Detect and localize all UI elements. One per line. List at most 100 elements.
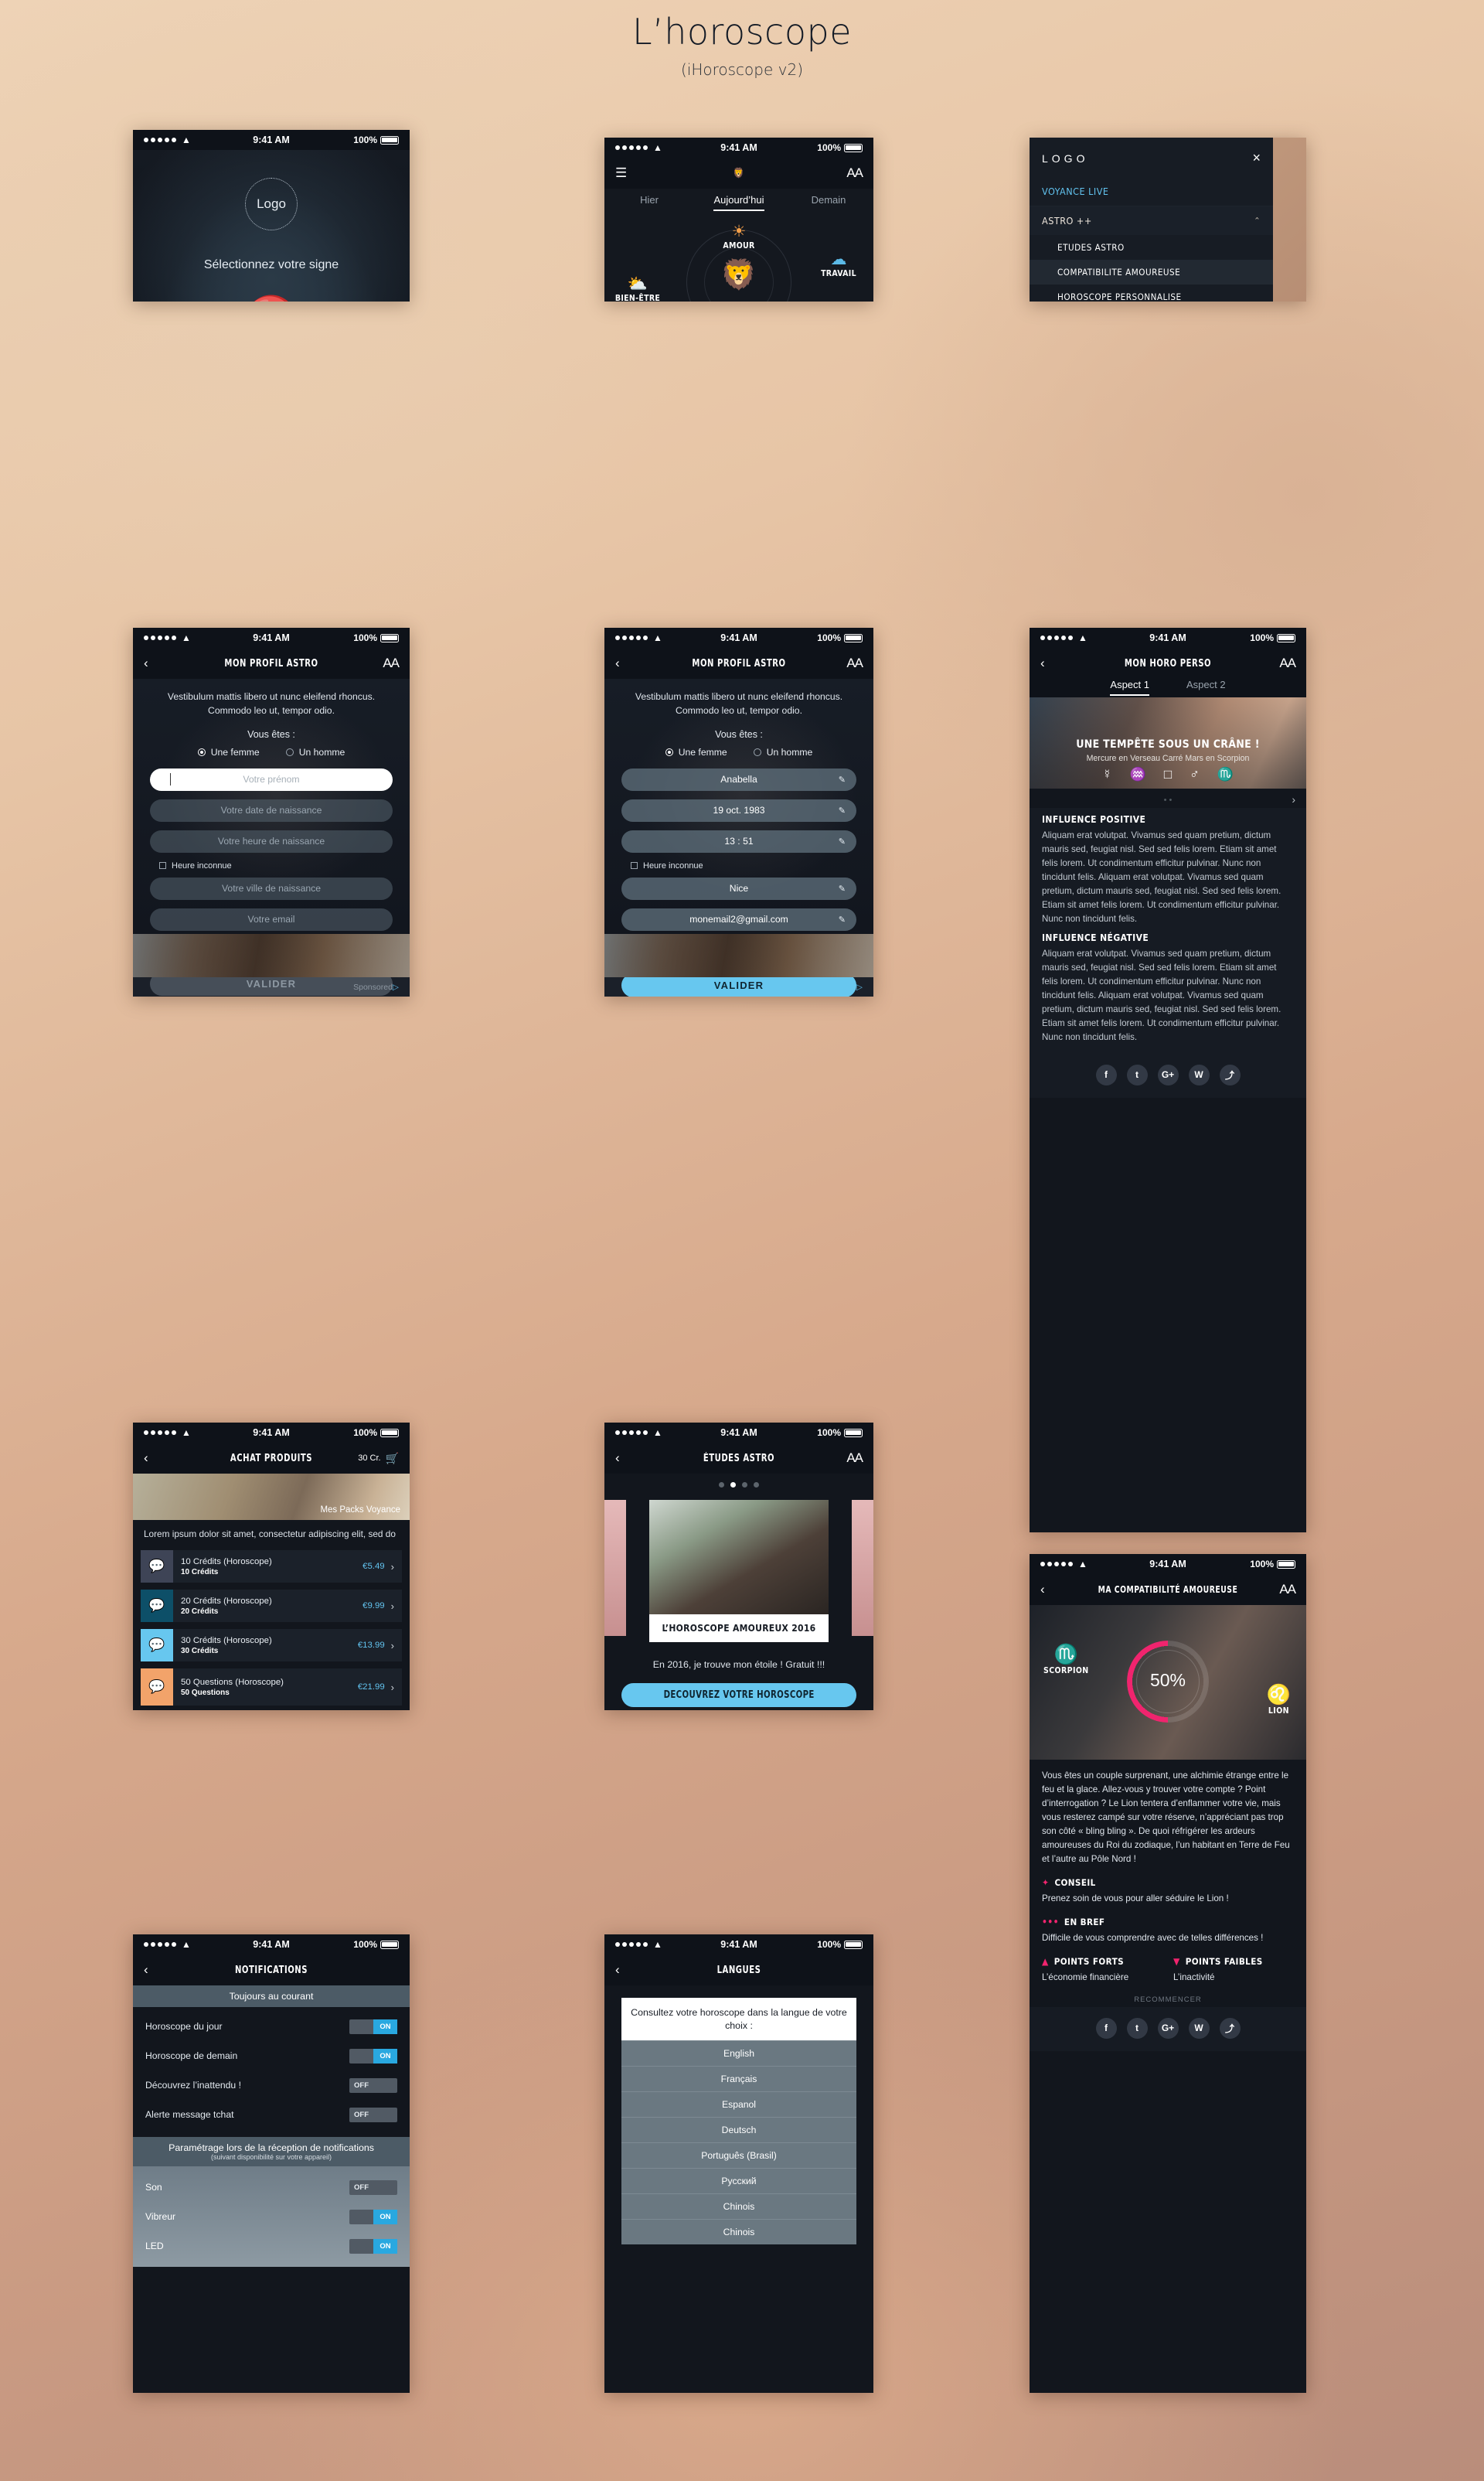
edit-icon[interactable]: ✎ [839,775,846,785]
carousel-next-card[interactable] [852,1500,873,1636]
google-plus-icon[interactable]: G+ [1157,1064,1179,1085]
date-naissance-field[interactable]: 19 oct. 1983 ✎ [621,799,856,822]
hamburger-icon[interactable]: ☰ [615,165,627,181]
edit-icon[interactable]: ✎ [839,915,846,925]
heure-naissance-input[interactable]: Votre heure de naissance [150,830,393,853]
prenom-input[interactable]: Votre prénom [150,768,393,791]
back-icon[interactable]: ‹ [615,1962,620,1978]
font-size-icon[interactable]: AA [846,165,863,181]
email-input[interactable]: Votre email [150,908,393,931]
tab-demain[interactable]: Demain [784,189,873,213]
whatsapp-icon[interactable]: W [1188,1064,1210,1085]
toggle-vibreur[interactable]: ON [349,2209,397,2224]
font-size-icon[interactable]: AA [846,656,863,671]
twitter-icon[interactable]: t [1126,1064,1148,1085]
wheel-item-bienetre[interactable]: ⛅ BIEN-ÊTRE [609,276,666,302]
font-size-icon[interactable]: AA [383,656,400,671]
product-row[interactable]: 💬 50 Questions (Horoscope) 50 Questions €… [141,1668,402,1706]
ville-naissance-input[interactable]: Votre ville de naissance [150,877,393,900]
back-icon[interactable]: ‹ [144,1450,148,1466]
font-size-icon[interactable]: AA [1279,1582,1296,1597]
language-item-francais[interactable]: Français [621,2066,856,2092]
radio-femme[interactable]: Une femme [197,747,260,758]
tab-aspect-2[interactable]: Aspect 2 [1168,679,1244,697]
email-field[interactable]: monemail2@gmail.com ✎ [621,908,856,931]
cart-icon[interactable]: 🛒 [386,1452,399,1465]
menu-item-etudes-astro[interactable]: ETUDES ASTRO [1030,235,1274,260]
tab-aspect-1[interactable]: Aspect 1 [1091,679,1168,697]
menu-item-horoscope-personnalise[interactable]: HOROSCOPE PERSONNALISE [1030,285,1274,302]
dot-1[interactable] [719,1482,724,1488]
language-item-portugues[interactable]: Português (Brasil) [621,2142,856,2169]
wheel-item-amour[interactable]: ☀ AMOUR [710,223,768,250]
facebook-icon[interactable]: f [1095,2017,1117,2039]
language-item-deutsch[interactable]: Deutsch [621,2117,856,2143]
back-icon[interactable]: ‹ [615,656,620,671]
back-icon[interactable]: ‹ [615,1450,620,1466]
sign-carousel[interactable]: ♓ ‹ ♈ › ♉ [133,293,410,302]
back-icon[interactable]: ‹ [144,656,148,671]
language-item-espanol[interactable]: Espanol [621,2091,856,2118]
google-plus-icon[interactable]: G+ [1157,2017,1179,2039]
nav-bar: ‹ MON PROFIL ASTRO AA [604,648,873,679]
ad-image[interactable] [133,934,410,977]
toggle-son[interactable]: OFF [349,2179,397,2195]
dot-4[interactable] [754,1482,759,1488]
font-size-icon[interactable]: AA [846,1450,863,1466]
twitter-icon[interactable]: t [1126,2017,1148,2039]
recommencer-button[interactable]: RECOMMENCER [1042,1985,1294,2007]
product-row[interactable]: 💬 10 Crédits (Horoscope) 10 Crédits €5.49… [141,1550,402,1583]
ad-image[interactable] [604,934,873,977]
radio-femme[interactable]: Une femme [665,747,727,758]
product-row[interactable]: 💬 20 Crédits (Horoscope) 20 Crédits €9.99… [141,1590,402,1623]
menu-item-compatibilite[interactable]: COMPATIBILITE AMOUREUSE [1030,260,1274,285]
tab-hier[interactable]: Hier [604,189,694,213]
carousel-card[interactable]: L’HOROSCOPE AMOUREUX 2016 [649,1500,829,1642]
date-naissance-input[interactable]: Votre date de naissance [150,799,393,822]
radio-homme[interactable]: Un homme [285,747,345,758]
whatsapp-icon[interactable]: W [1188,2017,1210,2039]
menu-item-astro-plus[interactable]: ASTRO ++ ⌃ [1030,206,1274,235]
checkbox-heure-inconnue[interactable]: Heure inconnue [631,861,856,871]
product-row[interactable]: 💬 30 Crédits (Horoscope) 30 Crédits €13.9… [141,1629,402,1662]
toggle-led[interactable]: ON [349,2238,397,2254]
edit-icon[interactable]: ✎ [839,837,846,847]
phone-horo-perso: ▲ 9:41 AM 100% ‹ MON HORO PERSO AA Aspec… [1030,628,1306,1532]
toggle-alerte-tchat[interactable]: OFF [349,2107,397,2122]
back-icon[interactable]: ‹ [1040,1582,1045,1597]
next-icon[interactable]: › [1292,793,1295,806]
edit-icon[interactable]: ✎ [839,806,846,816]
share-icon[interactable]: ⤴ [1219,1064,1241,1085]
prenom-field[interactable]: Anabella ✎ [621,768,856,791]
language-item-chinois-1[interactable]: Chinois [621,2193,856,2220]
facebook-icon[interactable]: f [1095,1064,1117,1085]
tab-aujourdhui[interactable]: Aujourd’hui [694,189,784,213]
discover-button[interactable]: DECOUVREZ VOTRE HOROSCOPE [621,1682,856,1707]
dot-3[interactable] [742,1482,747,1488]
edit-icon[interactable]: ✎ [839,884,846,894]
carousel-prev-card[interactable] [604,1500,626,1636]
share-icon[interactable]: ⤴ [1219,2017,1241,2039]
close-icon[interactable]: × [1253,150,1261,166]
language-item-russe[interactable]: Русский [621,2168,856,2194]
back-icon[interactable]: ‹ [1040,656,1045,671]
ville-naissance-field[interactable]: Nice ✎ [621,877,856,900]
font-size-icon[interactable]: AA [1279,656,1296,671]
page-title: MON HORO PERSO [1124,657,1212,670]
heure-naissance-field[interactable]: 13 : 51 ✎ [621,830,856,853]
dot-2[interactable] [730,1482,736,1488]
product-price: €21.99 [357,1682,385,1692]
back-icon[interactable]: ‹ [144,1962,148,1978]
toggle-inattendu[interactable]: OFF [349,2077,397,2093]
menu-item-voyance-live[interactable]: VOYANCE LIVE [1030,177,1273,206]
page-title: NOTIFICATIONS [234,1964,308,1976]
language-item-chinois-2[interactable]: Chinois [621,2219,856,2245]
toggle-horoscope-jour[interactable]: ON [349,2019,397,2034]
language-item-english[interactable]: English [621,2040,856,2067]
radio-homme[interactable]: Un homme [753,747,812,758]
share-bar: f t G+ W ⤴ [1030,2006,1306,2051]
toggle-horoscope-demain[interactable]: ON [349,2048,397,2064]
carousel-stage[interactable]: L’HOROSCOPE AMOUREUX 2016 [604,1494,873,1648]
checkbox-heure-inconnue[interactable]: Heure inconnue [159,861,393,871]
wheel-item-travail[interactable]: ☁ TRAVAIL [810,251,867,278]
